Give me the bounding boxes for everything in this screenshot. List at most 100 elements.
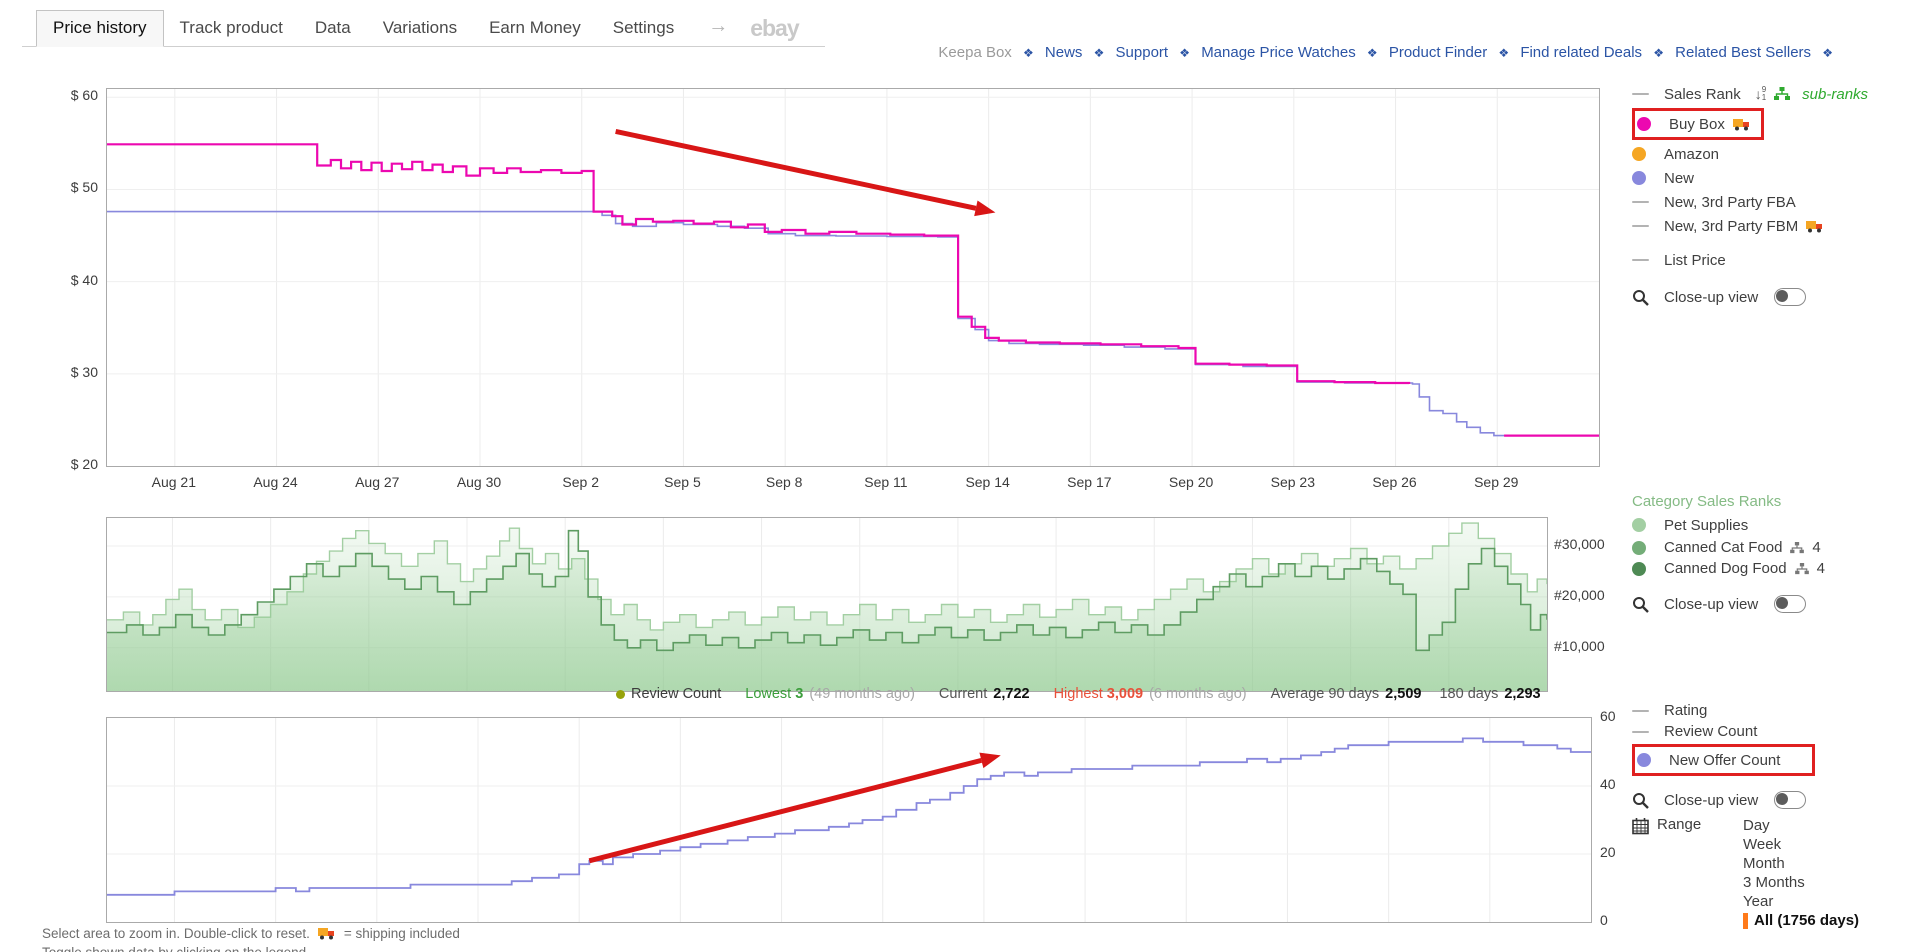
buy-box-swatch-icon: [1637, 117, 1661, 131]
range-option-month[interactable]: Month: [1743, 854, 1859, 873]
tab-track-product[interactable]: Track product: [164, 11, 299, 46]
offer_count-svg: [107, 718, 1591, 922]
legend-new-offer-count-label: New Offer Count: [1669, 751, 1781, 769]
legend-buy-box[interactable]: Buy Box: [1637, 112, 1751, 136]
line-swatch-icon: [1632, 259, 1656, 261]
shipping-truck-icon: [1806, 220, 1823, 232]
link-manage-price-watches[interactable]: Manage Price Watches: [1201, 44, 1356, 61]
legend-fbm[interactable]: New, 3rd Party FBM: [1632, 214, 1920, 238]
legend-review-count[interactable]: Review Count: [1632, 721, 1920, 742]
keepa-price-history-page: Price history Track product Data Variati…: [0, 0, 1920, 952]
rank-closeup-toggle[interactable]: [1774, 595, 1807, 613]
price-xtick-label: Sep 14: [965, 474, 1010, 490]
price-xtick-label: Sep 17: [1067, 474, 1112, 490]
footer-shipping-note: = shipping included: [343, 926, 460, 941]
price-closeup-toggle[interactable]: [1774, 288, 1807, 306]
shipping-truck-icon: [1732, 118, 1749, 130]
legend-fba[interactable]: New, 3rd Party FBA: [1632, 190, 1920, 214]
link-find-related-deals[interactable]: Find related Deals: [1520, 44, 1642, 61]
range-option-week[interactable]: Week: [1743, 835, 1859, 854]
keepa-box-label: Keepa Box: [938, 44, 1012, 61]
new-offer-count-highlight: New Offer Count: [1632, 744, 1815, 776]
offer_count-ytick-label: 40: [1600, 776, 1616, 792]
range-all-marker: [1743, 912, 1748, 929]
tab-settings[interactable]: Settings: [597, 11, 690, 46]
legend-amazon[interactable]: Amazon: [1632, 142, 1920, 166]
legend-review-count-label: Review Count: [1664, 723, 1758, 740]
link-support[interactable]: Support: [1116, 44, 1169, 61]
price-xtick-label: Aug 21: [151, 474, 196, 490]
shipping-truck-icon: [317, 928, 334, 940]
category-sales-ranks-header: Category Sales Ranks: [1632, 492, 1782, 510]
price-xtick-label: Sep 2: [562, 474, 600, 490]
stats-current-label: Current: [938, 686, 988, 702]
range-option-all[interactable]: All (1756 days): [1743, 911, 1859, 930]
sort-numeric-icon[interactable]: ↓ 9 1: [1755, 86, 1766, 103]
range-option-year[interactable]: Year: [1743, 892, 1859, 911]
price-xtick-label: Sep 23: [1270, 474, 1315, 490]
tab-data[interactable]: Data: [299, 11, 367, 46]
legend-pet-supplies-label: Pet Supplies: [1664, 516, 1749, 534]
price-xtick-label: Sep 11: [864, 474, 908, 490]
link-related-best-sellers[interactable]: Related Best Sellers: [1675, 44, 1811, 61]
bottom-closeup-label: Close-up view: [1664, 791, 1759, 809]
review-count-dot-icon: [616, 689, 625, 699]
link-product-finder[interactable]: Product Finder: [1389, 44, 1487, 61]
stats-current-value: 2,722: [993, 686, 1030, 702]
tab-variations[interactable]: Variations: [367, 11, 473, 46]
link-news[interactable]: News: [1045, 44, 1083, 61]
rank-closeup-row: Close-up view: [1632, 592, 1920, 616]
sales-rank-chart[interactable]: [106, 517, 1548, 692]
pet-supplies-swatch-icon: [1632, 518, 1656, 532]
stats-average-label: Average 90 days: [1270, 686, 1380, 702]
footer-help: Select area to zoom in. Double-click to …: [42, 924, 460, 952]
subranks-label[interactable]: sub-ranks: [1802, 86, 1868, 103]
offer-count-swatch-icon: [1637, 753, 1661, 767]
line-swatch-icon: [1632, 93, 1656, 95]
diamond-separator-icon: ❖: [1093, 46, 1105, 60]
tab-earn-money[interactable]: Earn Money: [473, 11, 597, 46]
offer_count-ytick-label: 0: [1600, 912, 1608, 928]
sales_rank-ytick-label: #30,000: [1554, 535, 1605, 552]
bottom-closeup-toggle[interactable]: [1774, 791, 1807, 809]
legend-new[interactable]: New: [1632, 166, 1920, 190]
range-option-day[interactable]: Day: [1743, 816, 1859, 835]
legend-canned-cat-food[interactable]: Canned Cat Food 4: [1632, 537, 1920, 558]
legend-amazon-label: Amazon: [1664, 145, 1720, 163]
ebay-logo[interactable]: ebay: [746, 15, 824, 46]
bottom-legend: Rating Review Count New Offer Count Clos…: [1632, 700, 1920, 930]
legend-pet-supplies[interactable]: Pet Supplies: [1632, 513, 1920, 537]
legend-rating[interactable]: Rating: [1632, 700, 1920, 721]
legend-sales-rank[interactable]: Sales Rank ↓ 9 1 sub-ranks: [1632, 82, 1920, 106]
diamond-separator-icon: ❖: [1498, 46, 1510, 60]
price-xtick-label: Aug 27: [355, 474, 400, 490]
tab-price-history[interactable]: Price history: [36, 10, 164, 47]
price-ytick-label: $ 50: [70, 179, 98, 196]
annotation-arrowhead: [979, 752, 1001, 769]
offer-count-chart[interactable]: [106, 717, 1592, 923]
legend-canned-dog-food-label: Canned Dog Food: [1664, 560, 1787, 577]
diamond-separator-icon: ❖: [1653, 46, 1664, 60]
rank-legend: Category Sales Ranks Pet Supplies Canned…: [1632, 489, 1920, 616]
stats-180days-label: 180 days: [1439, 686, 1499, 702]
range-option-3-months[interactable]: 3 Months: [1743, 873, 1859, 892]
offer_count-ytick-label: 20: [1600, 844, 1616, 860]
stats-review-label: Review Count: [631, 686, 722, 702]
price-series-buy-box: [107, 143, 1599, 437]
legend-list-price[interactable]: List Price: [1632, 248, 1920, 272]
cat-food-swatch-icon: [1632, 540, 1656, 555]
diamond-separator-icon: ❖: [1022, 46, 1034, 60]
legend-new-offer-count[interactable]: New Offer Count: [1637, 748, 1780, 772]
bottom-closeup-row: Close-up view: [1632, 788, 1920, 812]
price-xtick-label: Aug 24: [253, 474, 298, 490]
price-ytick-label: $ 40: [70, 271, 98, 288]
price-xtick-label: Aug 30: [456, 474, 502, 490]
magnifier-icon: [1632, 792, 1656, 809]
legend-fbm-label: New, 3rd Party FBM: [1664, 217, 1799, 235]
subranks-tree-icon: [1790, 541, 1805, 553]
legend-canned-dog-food[interactable]: Canned Dog Food 4: [1632, 558, 1920, 579]
legend-new-label: New: [1664, 169, 1695, 187]
price-history-chart[interactable]: [106, 88, 1600, 467]
header-links: Keepa Box ❖ News ❖ Support ❖ Manage Pric…: [0, 44, 1840, 61]
price-xtick-label: Sep 20: [1168, 474, 1214, 490]
